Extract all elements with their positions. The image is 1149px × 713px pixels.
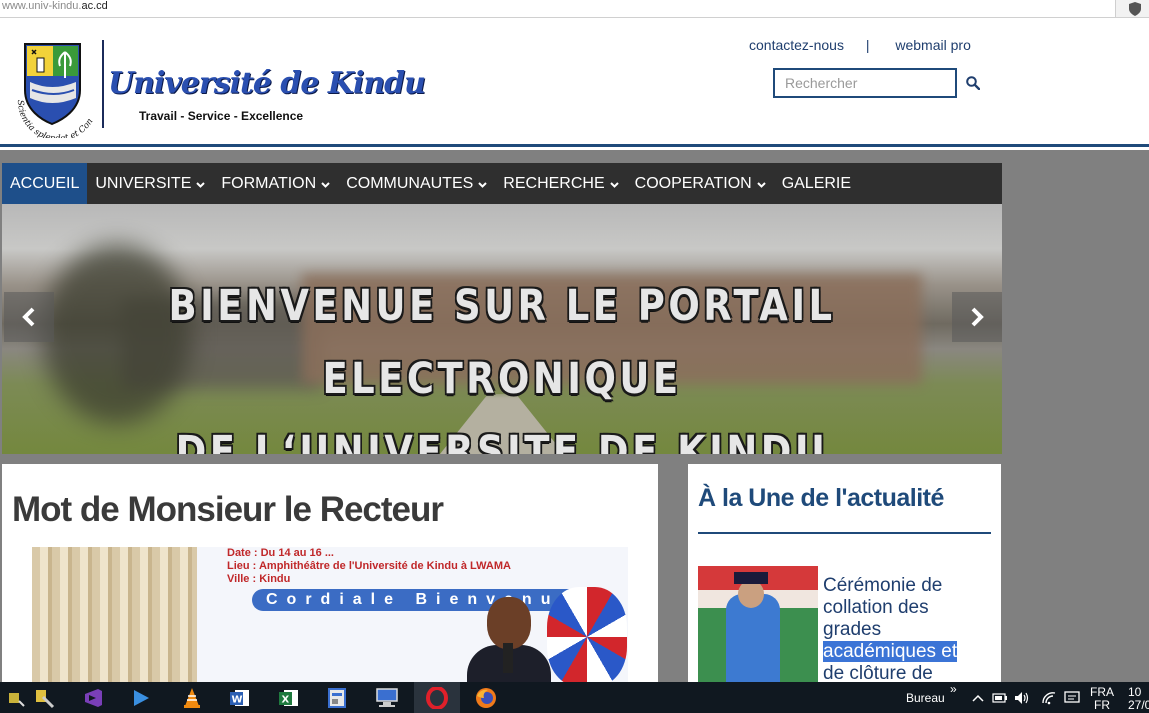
nav-item-cooperation[interactable]: COOPERATION [627,163,774,204]
shield-icon[interactable] [1120,0,1149,17]
news-heading: À la Une de l'actualité [698,484,944,512]
slide-caption-line2: DE L‘UNIVERSITE DE KINDU [175,427,829,454]
recteur-photo[interactable]: Date : Du 14 au 16 ... Lieu : Amphithéât… [32,547,628,682]
photo-curtain [32,547,197,682]
top-links-separator: | [865,37,870,53]
photo-ribbon [547,587,627,682]
wifi-icon[interactable] [1037,686,1061,710]
url-field[interactable]: www.univ-kindu.ac.cd [0,0,1116,17]
opera-icon[interactable] [425,686,449,710]
recteur-panel: Mot de Monsieur le Recteur Date : Du 14 … [2,464,658,682]
photo-speaker [467,597,551,682]
nav-item-communautes[interactable]: COMMUNAUTES [338,163,495,204]
nav-item-recherche[interactable]: RECHERCHE [495,163,626,204]
settings-tool-icon[interactable] [32,686,56,710]
start-tool-icon[interactable] [4,686,28,710]
battery-icon[interactable] [988,686,1012,710]
chevron-down-icon [478,175,488,193]
photo-banner: Date : Du 14 au 16 ... Lieu : Amphithéât… [197,547,628,682]
news-item-title[interactable]: Cérémonie de collation des grades académ… [823,575,988,682]
hero-slider: BIENVENUE SUR LE PORTAIL ELECTRONIQUE DE… [2,204,1002,454]
search-input[interactable] [773,68,957,98]
input-language-indicator[interactable]: FRA FR [1088,686,1116,712]
visual-studio-icon[interactable] [81,686,105,710]
firefox-icon[interactable] [474,686,498,710]
search-icon[interactable] [963,73,983,93]
news-title-line: collation des [823,597,929,618]
news-title-line: Cérémonie de [823,575,943,596]
logo-tagline: Travail - Service - Excellence [139,109,304,123]
banner-city: Ville : Kindu [227,573,291,585]
logo-title[interactable]: Université de Kindu [108,66,426,101]
url-domain: ac.cd [81,0,108,12]
slide-caption-line1: BIENVENUE SUR LE PORTAIL ELECTRONIQUE [168,281,836,404]
browser-address-bar: www.univ-kindu.ac.cd [0,0,1149,18]
nav-item-galerie[interactable]: GALERIE [774,163,859,204]
university-crest-logo[interactable]: Scientia splendet et Conscientia [7,31,100,144]
news-title-line: grades [823,619,882,640]
toolbar-expand-chevron[interactable]: » [950,682,957,696]
notifications-icon[interactable] [1060,686,1084,710]
app-window-icon[interactable] [325,686,349,710]
recteur-title[interactable]: Mot de Monsieur le Recteur [12,490,444,530]
word-icon[interactable]: W [228,686,252,710]
banner-place: Lieu : Amphithéâtre de l'Université de K… [227,560,511,572]
chevron-right-icon [971,307,984,327]
svg-text:W: W [232,695,243,706]
nav-label: FORMATION [221,174,317,192]
webmail-link[interactable]: webmail pro [895,37,970,53]
logo-divider [102,40,104,128]
site-header: Scientia splendet et Conscientia Univers… [0,18,1149,147]
slider-next-button[interactable] [952,292,1002,342]
banner-date: Date : Du 14 au 16 ... [227,547,334,559]
top-links: contactez-nous | webmail pro [749,37,971,53]
banner-text: Date : Du 14 au 16 ... Lieu : Amphithéât… [227,547,511,586]
chevron-down-icon [196,175,206,193]
news-title-highlight: académiques et [823,641,958,662]
taskbar: W X Bureau » FRA FR 10 27/0 [0,682,1149,713]
desktop-toolbar-label: Bureau [906,690,945,705]
taskbar-clock[interactable]: 10 27/0 [1128,686,1149,712]
volume-icon[interactable] [1010,686,1034,710]
excel-icon[interactable]: X [277,686,301,710]
chevron-down-icon [321,175,330,193]
nav-item-accueil[interactable]: ACCUEIL [2,163,88,204]
slider-prev-button[interactable] [4,292,54,342]
nav-label: RECHERCHE [503,174,605,192]
slide-caption: BIENVENUE SUR LE PORTAIL ELECTRONIQUE DE… [72,270,932,454]
chevron-down-icon [756,175,766,193]
news-title-line: de clôture de [823,663,933,682]
news-panel: À la Une de l'actualité Cérémonie de col… [688,464,1001,682]
news-divider [698,532,991,534]
main-navigation: ACCUEIL UNIVERSITE FORMATION COMMUNAUTES… [2,163,1002,204]
nav-item-universite[interactable]: UNIVERSITE [87,163,213,204]
chevron-left-icon [22,307,35,327]
chevron-down-icon [609,175,619,193]
desktop-toolbar[interactable]: Bureau [906,682,945,713]
vlc-icon[interactable] [180,686,204,710]
clock-date: 27/0 [1128,698,1149,712]
news-thumbnail[interactable] [698,566,818,682]
network-computer-icon[interactable] [375,686,399,710]
input-language-bottom: FR [1094,698,1110,712]
nav-label: ACCUEIL [10,174,80,192]
media-player-icon[interactable] [129,686,153,710]
svg-text:X: X [282,695,290,706]
nav-item-formation[interactable]: FORMATION [213,163,338,204]
contact-link[interactable]: contactez-nous [749,37,844,53]
nav-label: UNIVERSITE [95,174,192,192]
nav-label: COOPERATION [634,174,752,192]
url-prefix: www.univ-kindu. [2,0,82,12]
tray-expand-icon[interactable] [966,686,990,710]
nav-label: GALERIE [781,174,852,192]
nav-label: COMMUNAUTES [346,174,474,192]
